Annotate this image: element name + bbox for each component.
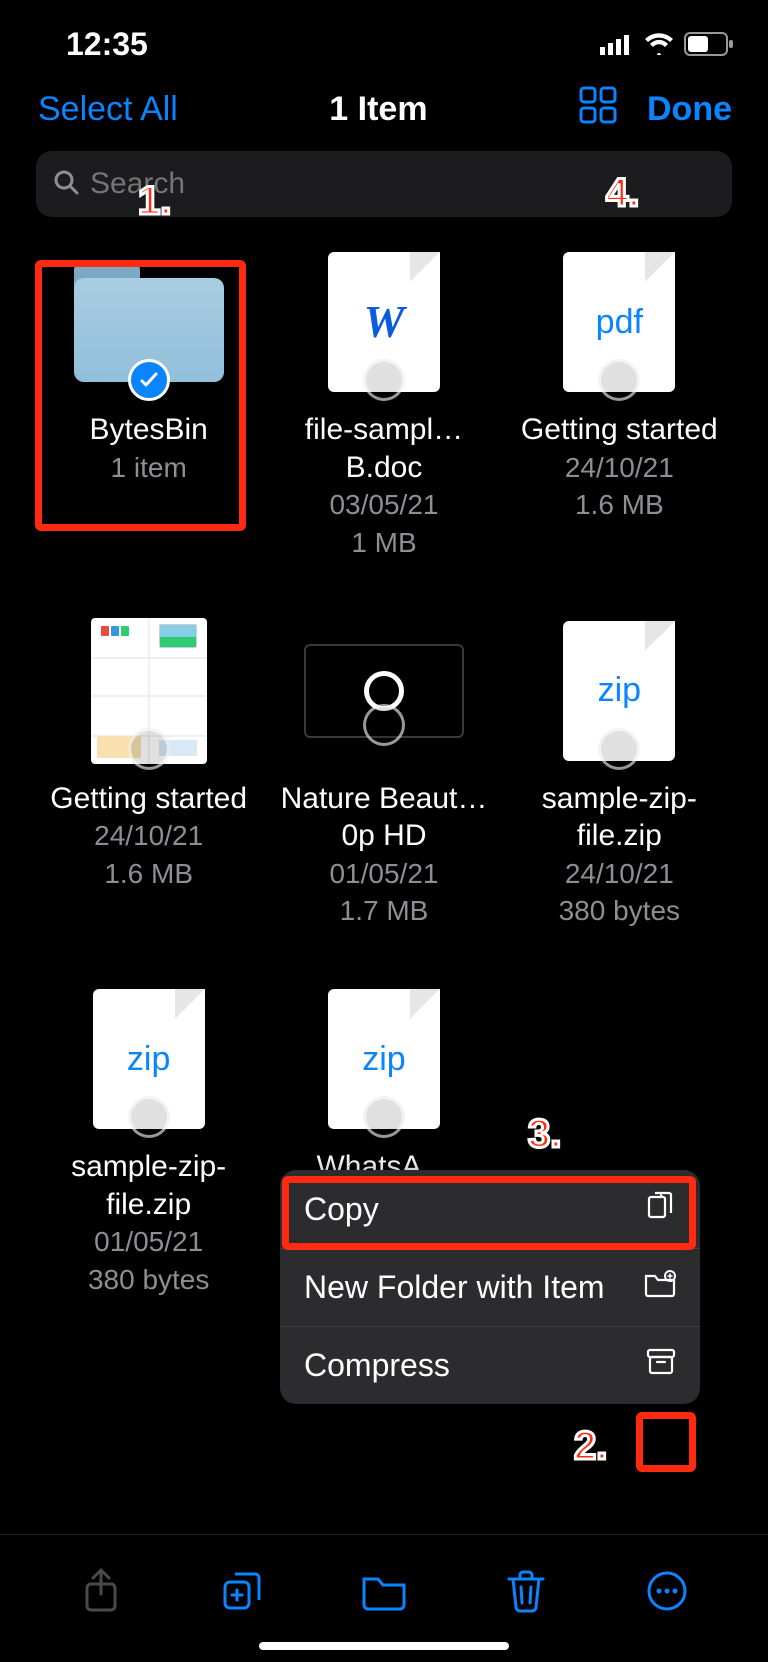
file-size: 1.6 MB	[575, 486, 664, 524]
file-date: 01/05/21	[329, 855, 438, 893]
selection-ring-icon	[128, 1096, 170, 1138]
selection-ring-icon	[598, 728, 640, 770]
file-date: 03/05/21	[329, 486, 438, 524]
file-size: 1 MB	[351, 524, 416, 562]
file-size: 380 bytes	[559, 892, 680, 930]
file-name: Getting started	[50, 780, 247, 818]
file-item-video[interactable]: Nature Beaut…0p HD 01/05/21 1.7 MB	[271, 616, 496, 931]
file-date: 24/10/21	[565, 449, 674, 487]
menu-label: Compress	[304, 1347, 450, 1384]
file-name: sample-zip-file.zip	[44, 1148, 254, 1223]
copy-icon	[646, 1190, 676, 1228]
duplicate-button[interactable]	[217, 1566, 267, 1616]
file-meta: 1 item	[111, 449, 187, 487]
selection-ring-icon	[363, 1096, 405, 1138]
annotation-callout-3: 3.	[528, 1112, 561, 1157]
annotation-callout-2: 2.	[574, 1424, 607, 1469]
nav-title: 1 Item	[329, 90, 427, 129]
file-name: BytesBin	[89, 411, 207, 449]
annotation-callout-4: 4.	[606, 171, 639, 216]
file-item-zip[interactable]: zip sample-zip-file.zip 01/05/21 380 byt…	[36, 984, 261, 1299]
file-name: sample-zip-file.zip	[514, 780, 724, 855]
file-name: file-sampl…B.doc	[279, 411, 489, 486]
file-item-rtf[interactable]: Getting started 24/10/21 1.6 MB	[36, 616, 261, 931]
context-menu-compress[interactable]: Compress	[280, 1327, 700, 1404]
menu-label: Copy	[304, 1191, 379, 1228]
file-size: 380 bytes	[88, 1261, 209, 1299]
delete-button[interactable]	[501, 1566, 551, 1616]
home-indicator[interactable]	[259, 1642, 509, 1650]
magnifying-glass-icon	[52, 168, 80, 201]
nav-bar: Select All 1 Item Done	[0, 70, 768, 151]
selection-ring-icon	[128, 728, 170, 770]
cellular-icon	[600, 33, 634, 55]
file-item-zip[interactable]: zip sample-zip-file.zip 24/10/21 380 byt…	[507, 616, 732, 931]
context-menu-copy[interactable]: Copy	[280, 1170, 700, 1249]
file-item-folder[interactable]: BytesBin 1 item	[36, 247, 261, 562]
file-item-pdf[interactable]: pdf Getting started 24/10/21 1.6 MB	[507, 247, 732, 562]
file-item-doc[interactable]: W file-sampl…B.doc 03/05/21 1 MB	[271, 247, 496, 562]
file-size: 1.6 MB	[104, 855, 193, 893]
move-button[interactable]	[359, 1566, 409, 1616]
select-all-button[interactable]: Select All	[38, 90, 178, 129]
view-mode-button[interactable]	[579, 86, 617, 133]
selection-ring-icon	[363, 704, 405, 746]
menu-label: New Folder with Item	[304, 1269, 605, 1306]
file-size: 1.7 MB	[340, 892, 429, 930]
selection-ring-icon	[598, 359, 640, 401]
file-name: Getting started	[521, 411, 718, 449]
context-menu-new-folder[interactable]: New Folder with Item	[280, 1249, 700, 1327]
more-button[interactable]	[642, 1566, 692, 1616]
file-date: 24/10/21	[565, 855, 674, 893]
archive-box-icon	[646, 1347, 676, 1384]
file-date: 24/10/21	[94, 817, 203, 855]
status-time: 12:35	[66, 26, 148, 63]
battery-icon	[684, 32, 734, 56]
file-date: 01/05/21	[94, 1223, 203, 1261]
share-button[interactable]	[76, 1566, 126, 1616]
done-button[interactable]: Done	[647, 90, 732, 129]
status-bar: 12:35	[0, 0, 768, 70]
folder-plus-icon	[644, 1269, 676, 1306]
status-right	[600, 32, 734, 56]
selection-checkmark-icon	[128, 359, 170, 401]
wifi-icon	[644, 33, 674, 55]
context-menu: Copy New Folder with Item Compress	[280, 1170, 700, 1404]
annotation-callout-1: 1.	[138, 179, 171, 224]
file-name: Nature Beaut…0p HD	[279, 780, 489, 855]
selection-ring-icon	[363, 359, 405, 401]
